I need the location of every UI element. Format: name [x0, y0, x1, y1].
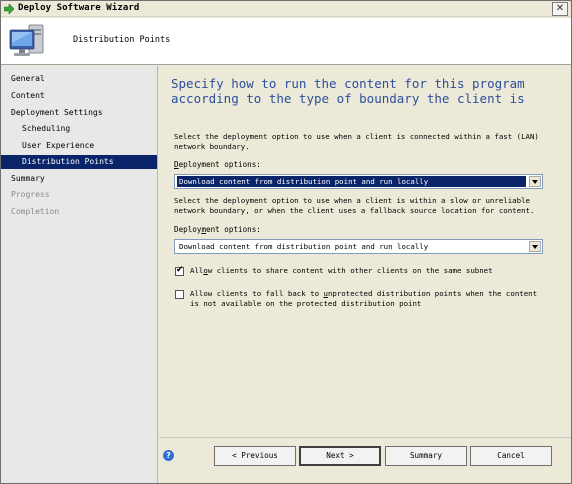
checkmark-icon: ✔ — [176, 265, 184, 275]
nav-item-general[interactable]: General — [1, 72, 157, 86]
computer-monitor-icon — [9, 24, 44, 56]
slow-boundary-description: Select the deployment option to use when… — [174, 196, 535, 215]
nav-item-scheduling[interactable]: Scheduling — [1, 122, 157, 136]
previous-button[interactable]: < Previous — [214, 446, 296, 466]
share-content-checkbox[interactable]: ✔ — [175, 265, 184, 276]
fallback-option[interactable]: Allow clients to fall back to unprotecte… — [175, 289, 555, 311]
page-heading: Specify how to run the content for this … — [171, 76, 525, 106]
chevron-down-icon[interactable] — [529, 241, 541, 252]
green-arrow-icon — [4, 4, 14, 14]
summary-button[interactable]: Summary — [385, 446, 467, 466]
window-title: Deploy Software Wizard — [18, 3, 140, 13]
title-bar[interactable]: Deploy Software Wizard ✕ — [1, 1, 571, 17]
slow-deployment-options-value: Download content from distribution point… — [179, 242, 429, 251]
nav-item-progress: Progress — [11, 190, 50, 199]
fast-deployment-options-select[interactable]: Download content from distribution point… — [174, 174, 543, 189]
nav-item-completion: Completion — [11, 207, 60, 216]
nav-item-summary[interactable]: Summary — [1, 172, 157, 186]
cancel-button[interactable]: Cancel — [470, 446, 552, 466]
nav-item-distribution-points[interactable]: Distribution Points — [1, 155, 157, 169]
wizard-content: Specify how to run the content for this … — [159, 66, 571, 437]
fast-boundary-description: Select the deployment option to use when… — [174, 132, 539, 151]
fast-deployment-options-value: Download content from distribution point… — [177, 176, 526, 187]
slow-deployment-options-select[interactable]: Download content from distribution point… — [174, 239, 543, 254]
wizard-footer: ? < Previous Next > Summary Cancel — [159, 437, 571, 483]
wizard-nav: General Content Deployment Settings Sche… — [1, 66, 158, 483]
close-button[interactable]: ✕ — [552, 2, 568, 16]
page-title: Distribution Points — [73, 35, 171, 45]
help-icon[interactable]: ? — [163, 450, 174, 461]
share-content-option[interactable]: ✔ Allow clients to share content with ot… — [175, 265, 555, 278]
next-button[interactable]: Next > — [299, 446, 381, 466]
wizard-header: Distribution Points — [1, 18, 571, 65]
nav-item-content[interactable]: Content — [1, 89, 157, 103]
fast-deployment-options-label: Deployment options: — [174, 160, 261, 169]
nav-item-user-experience[interactable]: User Experience — [1, 139, 157, 153]
share-content-label: Allow clients to share content with othe… — [190, 266, 493, 275]
nav-item-deployment-settings[interactable]: Deployment Settings — [1, 106, 157, 120]
fallback-checkbox[interactable] — [175, 290, 184, 299]
chevron-down-icon[interactable] — [529, 176, 541, 187]
fallback-label: Allow clients to fall back to unprotecte… — [190, 289, 538, 308]
slow-deployment-options-label: Deployment options: — [174, 225, 261, 234]
wizard-window: Deploy Software Wizard ✕ Distribution Po… — [0, 0, 572, 484]
